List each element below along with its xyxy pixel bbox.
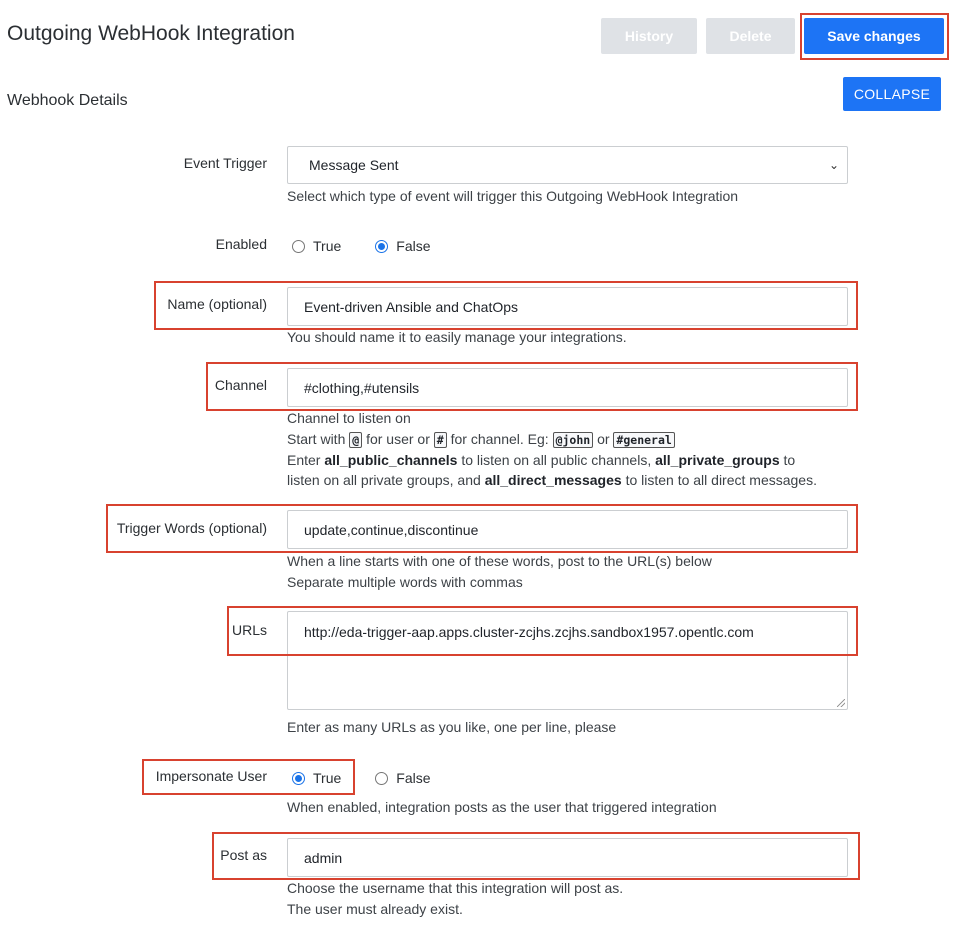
- urls-textarea[interactable]: http://eda-trigger-aap.apps.cluster-zcjh…: [287, 611, 848, 710]
- channel-input[interactable]: #clothing,#utensils: [287, 368, 848, 407]
- trigger-words-hint-2: Separate multiple words with commas: [287, 574, 523, 590]
- post-as-hint-2: The user must already exist.: [287, 901, 463, 917]
- enabled-false-option[interactable]: False: [375, 238, 431, 254]
- name-value: Event-driven Ansible and ChatOps: [304, 298, 519, 315]
- channel-hint-3: Enter all_public_channels to listen on a…: [287, 450, 795, 471]
- hint-text: listen on all private groups, and: [287, 472, 481, 488]
- name-hint: You should name it to easily manage your…: [287, 329, 627, 345]
- urls-value: http://eda-trigger-aap.apps.cluster-zcjh…: [304, 624, 754, 640]
- section-title: Webhook Details: [7, 92, 128, 109]
- trigger-words-label: Trigger Words (optional): [116, 520, 267, 536]
- hint-text: to: [783, 452, 796, 468]
- impersonate-false-radio[interactable]: [375, 771, 389, 785]
- impersonate-user-label: Impersonate User: [155, 768, 267, 784]
- delete-button[interactable]: Delete: [706, 18, 795, 54]
- name-input[interactable]: Event-driven Ansible and ChatOps: [287, 287, 848, 326]
- keyword-all-direct-messages: all_direct_messages: [484, 472, 622, 488]
- post-as-value: admin: [304, 849, 343, 866]
- enabled-true-radio[interactable]: [292, 239, 305, 253]
- hint-text: to listen on all public channels,: [461, 452, 652, 468]
- hint-text: to listen to all direct messages.: [625, 472, 817, 488]
- impersonate-true-label: True: [313, 770, 342, 786]
- enabled-false-label: False: [396, 238, 431, 254]
- impersonate-false-label: False: [396, 770, 431, 786]
- channel-hint-1: Channel to listen on: [287, 410, 411, 426]
- hint-text: or: [597, 431, 610, 447]
- event-trigger-hint: Select which type of event will trigger …: [287, 188, 739, 204]
- trigger-words-input[interactable]: update,continue,discontinue: [287, 510, 848, 549]
- channel-value: #clothing,#utensils: [304, 379, 420, 396]
- impersonate-true-radio[interactable]: [292, 771, 305, 785]
- channel-label: Channel: [214, 377, 267, 393]
- enabled-false-radio[interactable]: [375, 239, 389, 253]
- channel-hint-2: Start with @ for user or # for channel. …: [287, 429, 675, 451]
- code-hash: #: [433, 432, 447, 448]
- hint-text: for user or: [366, 431, 430, 447]
- impersonate-hint: When enabled, integration posts as the u…: [287, 799, 717, 815]
- hint-text: for channel. Eg:: [450, 431, 549, 447]
- event-trigger-select[interactable]: Message Sent ⌄: [287, 146, 848, 184]
- event-trigger-label: Event Trigger: [183, 155, 267, 171]
- enabled-true-label: True: [313, 238, 342, 254]
- enabled-true-option[interactable]: True: [292, 238, 341, 254]
- save-changes-button[interactable]: Save changes: [804, 18, 944, 54]
- keyword-all-private-groups: all_private_groups: [655, 452, 780, 468]
- impersonate-false-option[interactable]: False: [375, 770, 431, 786]
- code-john: @john: [552, 432, 594, 448]
- hint-text: Start with: [287, 431, 346, 447]
- collapse-button[interactable]: COLLAPSE: [843, 77, 941, 111]
- post-as-label: Post as: [220, 847, 267, 863]
- trigger-words-hint-1: When a line starts with one of these wor…: [287, 553, 712, 569]
- impersonate-radio-group: True False: [292, 770, 431, 786]
- name-label: Name (optional): [167, 296, 267, 312]
- chevron-down-icon: ⌄: [828, 158, 839, 172]
- enabled-label: Enabled: [215, 236, 267, 252]
- channel-hint-4: listen on all private groups, and all_di…: [287, 470, 817, 491]
- post-as-input[interactable]: admin: [287, 838, 848, 877]
- post-as-hint-1: Choose the username that this integratio…: [287, 880, 624, 896]
- code-at: @: [349, 432, 363, 448]
- page-title: Outgoing WebHook Integration: [7, 22, 295, 45]
- enabled-radio-group: True False: [292, 238, 431, 254]
- trigger-words-value: update,continue,discontinue: [304, 521, 479, 538]
- history-button[interactable]: History: [601, 18, 697, 54]
- impersonate-true-option[interactable]: True: [292, 770, 341, 786]
- resize-handle-icon[interactable]: [837, 699, 845, 707]
- code-general: #general: [613, 432, 675, 448]
- keyword-all-public-channels: all_public_channels: [324, 452, 458, 468]
- urls-label: URLs: [231, 622, 267, 638]
- event-trigger-value: Message Sent: [309, 157, 399, 173]
- hint-text: Enter: [287, 452, 321, 468]
- urls-hint: Enter as many URLs as you like, one per …: [287, 719, 617, 735]
